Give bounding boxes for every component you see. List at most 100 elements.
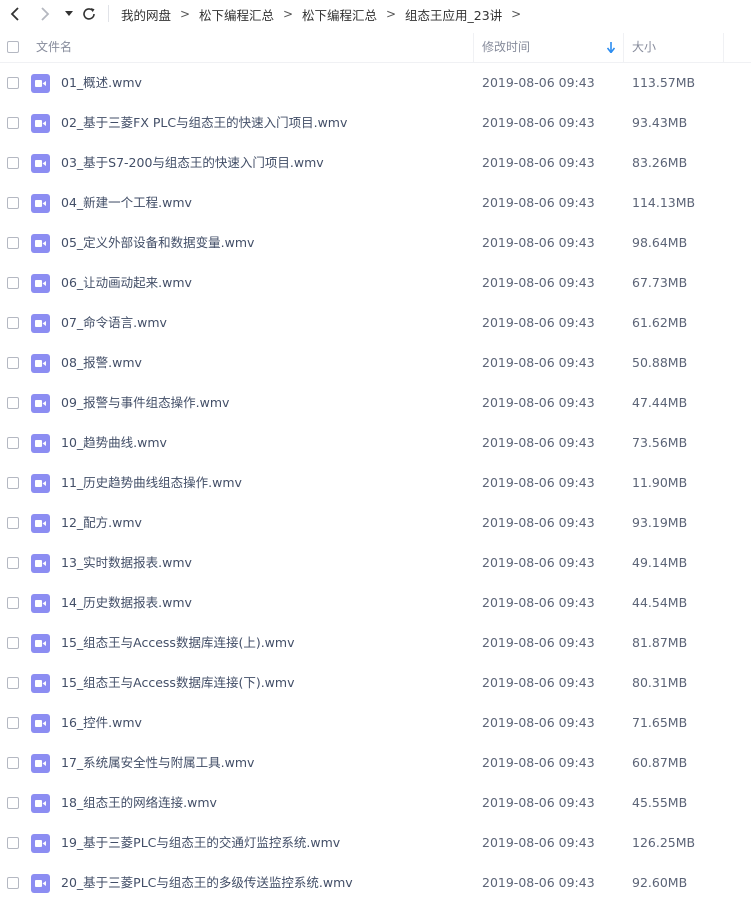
file-name[interactable]: 14_历史数据报表.wmv (61, 583, 192, 623)
file-row[interactable]: 11_历史趋势曲线组态操作.wmv 2019-08-06 09:43 11.90MB (0, 463, 751, 503)
back-button[interactable] (5, 4, 25, 24)
row-checkbox[interactable] (7, 77, 19, 89)
history-dropdown-button[interactable] (59, 4, 79, 24)
row-checkbox[interactable] (7, 197, 19, 209)
file-name[interactable]: 19_基于三菱PLC与组态王的交通灯监控系统.wmv (61, 823, 340, 863)
file-size: 126.25MB (632, 835, 696, 850)
file-row[interactable]: 03_基于S7-200与组态王的快速入门项目.wmv 2019-08-06 09:… (0, 143, 751, 183)
file-modified: 2019-08-06 09:43 (482, 235, 595, 250)
file-row[interactable]: 16_控件.wmv 2019-08-06 09:43 71.65MB (0, 703, 751, 743)
file-size: 11.90MB (632, 475, 688, 490)
row-checkbox[interactable] (7, 557, 19, 569)
file-name[interactable]: 07_命令语言.wmv (61, 303, 167, 343)
file-modified: 2019-08-06 09:43 (482, 715, 595, 730)
row-checkbox[interactable] (7, 277, 19, 289)
row-checkbox[interactable] (7, 877, 19, 889)
file-row[interactable]: 19_基于三菱PLC与组态王的交通灯监控系统.wmv 2019-08-06 09:… (0, 823, 751, 863)
column-header-size[interactable]: 大小 (632, 33, 656, 62)
file-name[interactable]: 04_新建一个工程.wmv (61, 183, 192, 223)
breadcrumb-separator: > (386, 7, 397, 21)
file-name[interactable]: 20_基于三菱PLC与组态王的多级传送监控系统.wmv (61, 863, 353, 903)
column-resize-handle[interactable] (623, 33, 624, 62)
row-checkbox[interactable] (7, 677, 19, 689)
file-size: 98.64MB (632, 235, 688, 250)
video-file-icon (31, 74, 50, 93)
select-all-checkbox[interactable] (7, 41, 19, 53)
row-checkbox[interactable] (7, 837, 19, 849)
file-row[interactable]: 01_概述.wmv 2019-08-06 09:43 113.57MB (0, 63, 751, 103)
file-name[interactable]: 02_基于三菱FX PLC与组态王的快速入门项目.wmv (61, 103, 347, 143)
file-modified: 2019-08-06 09:43 (482, 595, 595, 610)
file-row[interactable]: 15_组态王与Access数据库连接(下).wmv 2019-08-06 09:4… (0, 663, 751, 703)
file-modified: 2019-08-06 09:43 (482, 435, 595, 450)
file-name[interactable]: 09_报警与事件组态操作.wmv (61, 383, 229, 423)
breadcrumb-item-current[interactable]: 组态王应用_23讲 (405, 5, 502, 24)
row-checkbox[interactable] (7, 397, 19, 409)
video-file-icon (31, 714, 50, 733)
file-name[interactable]: 10_趋势曲线.wmv (61, 423, 167, 463)
file-row[interactable]: 15_组态王与Access数据库连接(上).wmv 2019-08-06 09:4… (0, 623, 751, 663)
file-name[interactable]: 01_概述.wmv (61, 63, 142, 103)
file-size: 71.65MB (632, 715, 688, 730)
file-size: 44.54MB (632, 595, 688, 610)
file-modified: 2019-08-06 09:43 (482, 155, 595, 170)
file-row[interactable]: 08_报警.wmv 2019-08-06 09:43 50.88MB (0, 343, 751, 383)
row-checkbox[interactable] (7, 317, 19, 329)
row-checkbox[interactable] (7, 117, 19, 129)
file-row[interactable]: 05_定义外部设备和数据变量.wmv 2019-08-06 09:43 98.64M… (0, 223, 751, 263)
row-checkbox[interactable] (7, 157, 19, 169)
breadcrumb-item[interactable]: 我的网盘 (121, 5, 171, 24)
refresh-button[interactable] (79, 4, 99, 24)
video-file-icon (31, 794, 50, 813)
breadcrumb-item[interactable]: 松下编程汇总 (199, 5, 274, 24)
file-row[interactable]: 10_趋势曲线.wmv 2019-08-06 09:43 73.56MB (0, 423, 751, 463)
column-header-modified[interactable]: 修改时间 (482, 33, 530, 62)
row-checkbox[interactable] (7, 437, 19, 449)
file-row[interactable]: 18_组态王的网络连接.wmv 2019-08-06 09:43 45.55MB (0, 783, 751, 823)
forward-button[interactable] (35, 4, 55, 24)
row-checkbox[interactable] (7, 757, 19, 769)
video-file-icon (31, 514, 50, 533)
video-file-icon (31, 874, 50, 893)
file-name[interactable]: 03_基于S7-200与组态王的快速入门项目.wmv (61, 143, 324, 183)
caret-down-icon (65, 11, 73, 16)
file-row[interactable]: 04_新建一个工程.wmv 2019-08-06 09:43 114.13MB (0, 183, 751, 223)
file-name[interactable]: 15_组态王与Access数据库连接(上).wmv (61, 623, 294, 663)
row-checkbox[interactable] (7, 237, 19, 249)
file-name[interactable]: 08_报警.wmv (61, 343, 142, 383)
file-row[interactable]: 07_命令语言.wmv 2019-08-06 09:43 61.62MB (0, 303, 751, 343)
column-header-name[interactable]: 文件名 (36, 33, 72, 62)
row-checkbox[interactable] (7, 637, 19, 649)
column-resize-handle[interactable] (473, 33, 474, 62)
file-name[interactable]: 05_定义外部设备和数据变量.wmv (61, 223, 254, 263)
row-checkbox[interactable] (7, 717, 19, 729)
file-row[interactable]: 13_实时数据报表.wmv 2019-08-06 09:43 49.14MB (0, 543, 751, 583)
file-name[interactable]: 12_配方.wmv (61, 503, 142, 543)
file-name[interactable]: 17_系统属安全性与附属工具.wmv (61, 743, 254, 783)
column-resize-handle[interactable] (723, 33, 724, 62)
file-name[interactable]: 18_组态王的网络连接.wmv (61, 783, 217, 823)
row-checkbox[interactable] (7, 797, 19, 809)
file-row[interactable]: 20_基于三菱PLC与组态王的多级传送监控系统.wmv 2019-08-06 09… (0, 863, 751, 903)
file-row[interactable]: 02_基于三菱FX PLC与组态王的快速入门项目.wmv 2019-08-06 0… (0, 103, 751, 143)
video-file-icon (31, 634, 50, 653)
row-checkbox[interactable] (7, 597, 19, 609)
breadcrumb-item[interactable]: 松下编程汇总 (302, 5, 377, 24)
row-checkbox[interactable] (7, 477, 19, 489)
file-name[interactable]: 15_组态王与Access数据库连接(下).wmv (61, 663, 294, 703)
sort-descending-icon[interactable] (607, 42, 615, 53)
row-checkbox[interactable] (7, 357, 19, 369)
file-name[interactable]: 11_历史趋势曲线组态操作.wmv (61, 463, 242, 503)
row-checkbox[interactable] (7, 517, 19, 529)
file-row[interactable]: 06_让动画动起来.wmv 2019-08-06 09:43 67.73MB (0, 263, 751, 303)
file-row[interactable]: 09_报警与事件组态操作.wmv 2019-08-06 09:43 47.44MB (0, 383, 751, 423)
file-name[interactable]: 06_让动画动起来.wmv (61, 263, 192, 303)
file-row[interactable]: 14_历史数据报表.wmv 2019-08-06 09:43 44.54MB (0, 583, 751, 623)
file-modified: 2019-08-06 09:43 (482, 515, 595, 530)
file-name[interactable]: 13_实时数据报表.wmv (61, 543, 192, 583)
file-row[interactable]: 12_配方.wmv 2019-08-06 09:43 93.19MB (0, 503, 751, 543)
file-row[interactable]: 17_系统属安全性与附属工具.wmv 2019-08-06 09:43 60.87M… (0, 743, 751, 783)
file-name[interactable]: 16_控件.wmv (61, 703, 142, 743)
file-modified: 2019-08-06 09:43 (482, 315, 595, 330)
breadcrumb-separator: > (283, 7, 294, 21)
